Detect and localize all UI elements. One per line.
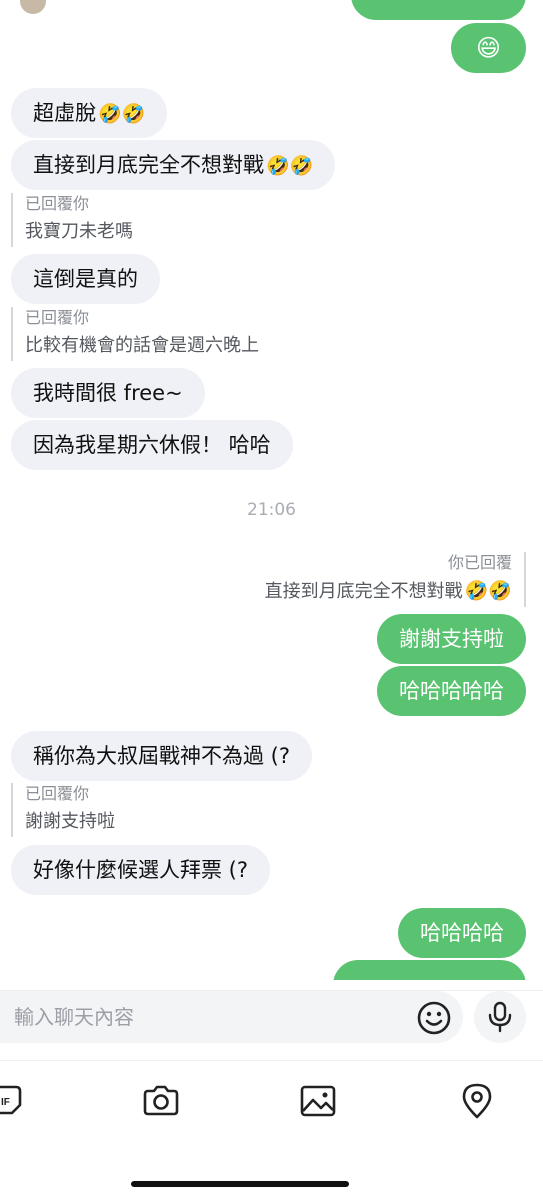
message-bubble-incoming[interactable]: 稱你為大叔屆戰神不為過 (? bbox=[11, 731, 313, 781]
message-text: 哈哈哈哈哈 bbox=[399, 679, 504, 703]
message-bubble-outgoing[interactable]: 哈哈哈哈哈 bbox=[377, 666, 526, 716]
message-bubble-outgoing[interactable] bbox=[333, 960, 526, 980]
message-text: 哈哈哈哈 bbox=[420, 921, 504, 945]
message-bubble-incoming[interactable]: 好像什麼候選人拜票 (? bbox=[11, 845, 271, 895]
message-text: 超虛脫 bbox=[33, 101, 96, 125]
chat-area[interactable]: 😄 超虛脫 🤣🤣 直接到月底完全不想對戰 🤣🤣 已回覆你 我寶刀未老嗎 這倒是真的 … bbox=[0, 0, 543, 980]
message-bubble-outgoing[interactable]: 😄 bbox=[451, 23, 526, 73]
microphone-button[interactable] bbox=[474, 991, 526, 1043]
gif-button[interactable]: IF bbox=[0, 1081, 30, 1121]
reply-label: 已回覆你 bbox=[25, 784, 90, 803]
quoted-text: 比較有機會的話會是週六晚上 bbox=[25, 335, 259, 356]
image-button[interactable] bbox=[298, 1081, 338, 1121]
message-text: 我時間很 free~ bbox=[33, 381, 183, 405]
quoted-text: 謝謝支持啦 bbox=[25, 811, 115, 832]
reply-quote[interactable]: 你已回覆 直接到月底完全不想對戰 🤣🤣 bbox=[265, 552, 526, 607]
message-bubble-incoming[interactable]: 我時間很 free~ bbox=[11, 368, 205, 418]
camera-icon bbox=[143, 1085, 179, 1116]
message-bubble-incoming[interactable]: 因為我星期六休假！ 哈哈 bbox=[11, 420, 293, 470]
laughing-emoji: 🤣🤣 bbox=[266, 155, 314, 177]
emoji-button[interactable] bbox=[413, 997, 455, 1039]
message-text: 直接到月底完全不想對戰 bbox=[33, 153, 264, 177]
reply-quote[interactable]: 已回覆你 謝謝支持啦 bbox=[11, 783, 115, 837]
message-bubble-outgoing[interactable]: 謝謝支持啦 bbox=[377, 614, 526, 664]
image-icon bbox=[300, 1085, 336, 1117]
message-text: 這倒是真的 bbox=[33, 267, 138, 291]
message-bubble-incoming[interactable]: 超虛脫 🤣🤣 bbox=[11, 88, 168, 138]
message-bubble-incoming[interactable]: 直接到月底完全不想對戰 🤣🤣 bbox=[11, 140, 336, 190]
avatar[interactable] bbox=[20, 0, 46, 14]
reply-label: 你已回覆 bbox=[447, 553, 512, 572]
message-text: 稱你為大叔屆戰神不為過 (? bbox=[33, 744, 291, 768]
message-text: 謝謝支持啦 bbox=[399, 627, 504, 651]
camera-button[interactable] bbox=[141, 1081, 181, 1121]
laughing-emoji: 🤣🤣 bbox=[98, 103, 146, 125]
quoted-text: 直接到月底完全不想對戰 🤣🤣 bbox=[265, 576, 512, 607]
laughing-emoji: 🤣🤣 bbox=[464, 580, 512, 602]
message-composer: 輸入聊天內容 bbox=[0, 990, 543, 1046]
message-text: 好像什麼候選人拜票 (? bbox=[33, 858, 249, 882]
location-icon bbox=[462, 1083, 492, 1119]
gif-icon: IF bbox=[0, 1085, 22, 1115]
reply-label: 已回覆你 bbox=[25, 308, 90, 327]
message-bubble-outgoing[interactable]: 哈哈哈哈 bbox=[398, 908, 526, 958]
grinning-emoji: 😄 bbox=[475, 34, 502, 62]
microphone-icon bbox=[488, 1001, 512, 1033]
message-bubble-incoming[interactable]: 這倒是真的 bbox=[11, 254, 160, 304]
home-indicator[interactable] bbox=[131, 1181, 349, 1187]
message-input[interactable]: 輸入聊天內容 bbox=[0, 991, 463, 1043]
message-text: 因為我星期六休假！ 哈哈 bbox=[33, 433, 271, 457]
reply-quote[interactable]: 已回覆你 比較有機會的話會是週六晚上 bbox=[11, 307, 259, 361]
smiley-icon bbox=[417, 1001, 451, 1035]
reply-label: 已回覆你 bbox=[25, 194, 90, 213]
svg-text:IF: IF bbox=[1, 1097, 10, 1108]
reply-quote[interactable]: 已回覆你 我寶刀未老嗎 bbox=[11, 193, 133, 247]
attachment-toolbar: IF bbox=[0, 1060, 543, 1181]
location-button[interactable] bbox=[457, 1081, 497, 1121]
message-bubble-outgoing[interactable] bbox=[351, 0, 526, 20]
quoted-text: 我寶刀未老嗎 bbox=[25, 221, 133, 242]
timestamp: 21:06 bbox=[247, 500, 296, 520]
